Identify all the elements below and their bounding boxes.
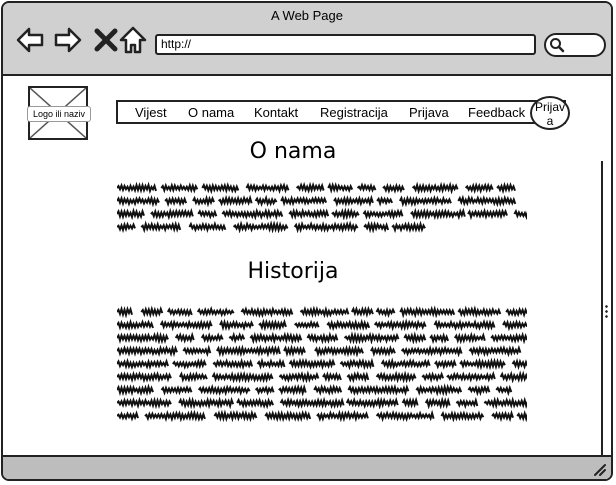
section-title-historija: Historija — [247, 259, 339, 284]
scribbled-text-line — [117, 331, 527, 344]
main-menu: Vijest O nama Kontakt Registracija Prija… — [116, 100, 566, 124]
scribbled-text-line — [117, 194, 527, 207]
search-icon — [550, 38, 565, 53]
text-placeholder-historija — [117, 305, 527, 422]
resize-grip-icon[interactable] — [591, 462, 607, 476]
logo-placeholder: Logo ili naziv — [27, 86, 91, 140]
browser-toolbar: A Web Page http:// — [3, 3, 611, 76]
menu-item-o-nama[interactable]: O nama — [188, 105, 234, 120]
menu-item-kontakt[interactable]: Kontakt — [254, 105, 298, 120]
scribbled-text-line — [117, 318, 527, 331]
menu-item-registracija[interactable]: Registracija — [320, 105, 388, 120]
menu-item-vijest[interactable]: Vijest — [135, 105, 167, 120]
scribbled-text-line — [117, 396, 527, 409]
section-title-o-nama: O nama — [249, 139, 337, 164]
text-placeholder-o-nama — [117, 181, 527, 233]
scribbled-text-line — [117, 181, 527, 194]
menu-item-prijava-circle[interactable]: Prijava — [530, 96, 570, 130]
browser-window: A Web Page http:// Logo ili naziv Vijest — [1, 1, 613, 481]
home-icon[interactable] — [118, 25, 148, 55]
scribbled-text-line — [117, 207, 527, 220]
scribbled-text-line — [117, 383, 527, 396]
scribbled-text-line — [117, 409, 527, 422]
vertical-scrollbar[interactable] — [601, 161, 611, 457]
menu-item-prijava[interactable]: Prijava — [409, 105, 449, 120]
status-bar — [3, 455, 611, 479]
window-title: A Web Page — [270, 8, 344, 23]
back-arrow-icon[interactable] — [15, 25, 45, 55]
close-x-icon[interactable] — [91, 25, 121, 55]
scrollbar-grip[interactable] — [605, 304, 608, 318]
scribbled-text-line — [117, 220, 527, 233]
logo-label: Logo ili naziv — [27, 106, 91, 122]
forward-arrow-icon[interactable] — [53, 25, 83, 55]
url-input[interactable]: http:// — [155, 34, 536, 55]
menu-item-feedback[interactable]: Feedback — [468, 105, 525, 120]
scribbled-text-line — [117, 305, 527, 318]
scribbled-text-line — [117, 344, 527, 357]
scribbled-text-line — [117, 370, 527, 383]
scribbled-text-line — [117, 357, 527, 370]
search-input[interactable] — [544, 33, 606, 57]
